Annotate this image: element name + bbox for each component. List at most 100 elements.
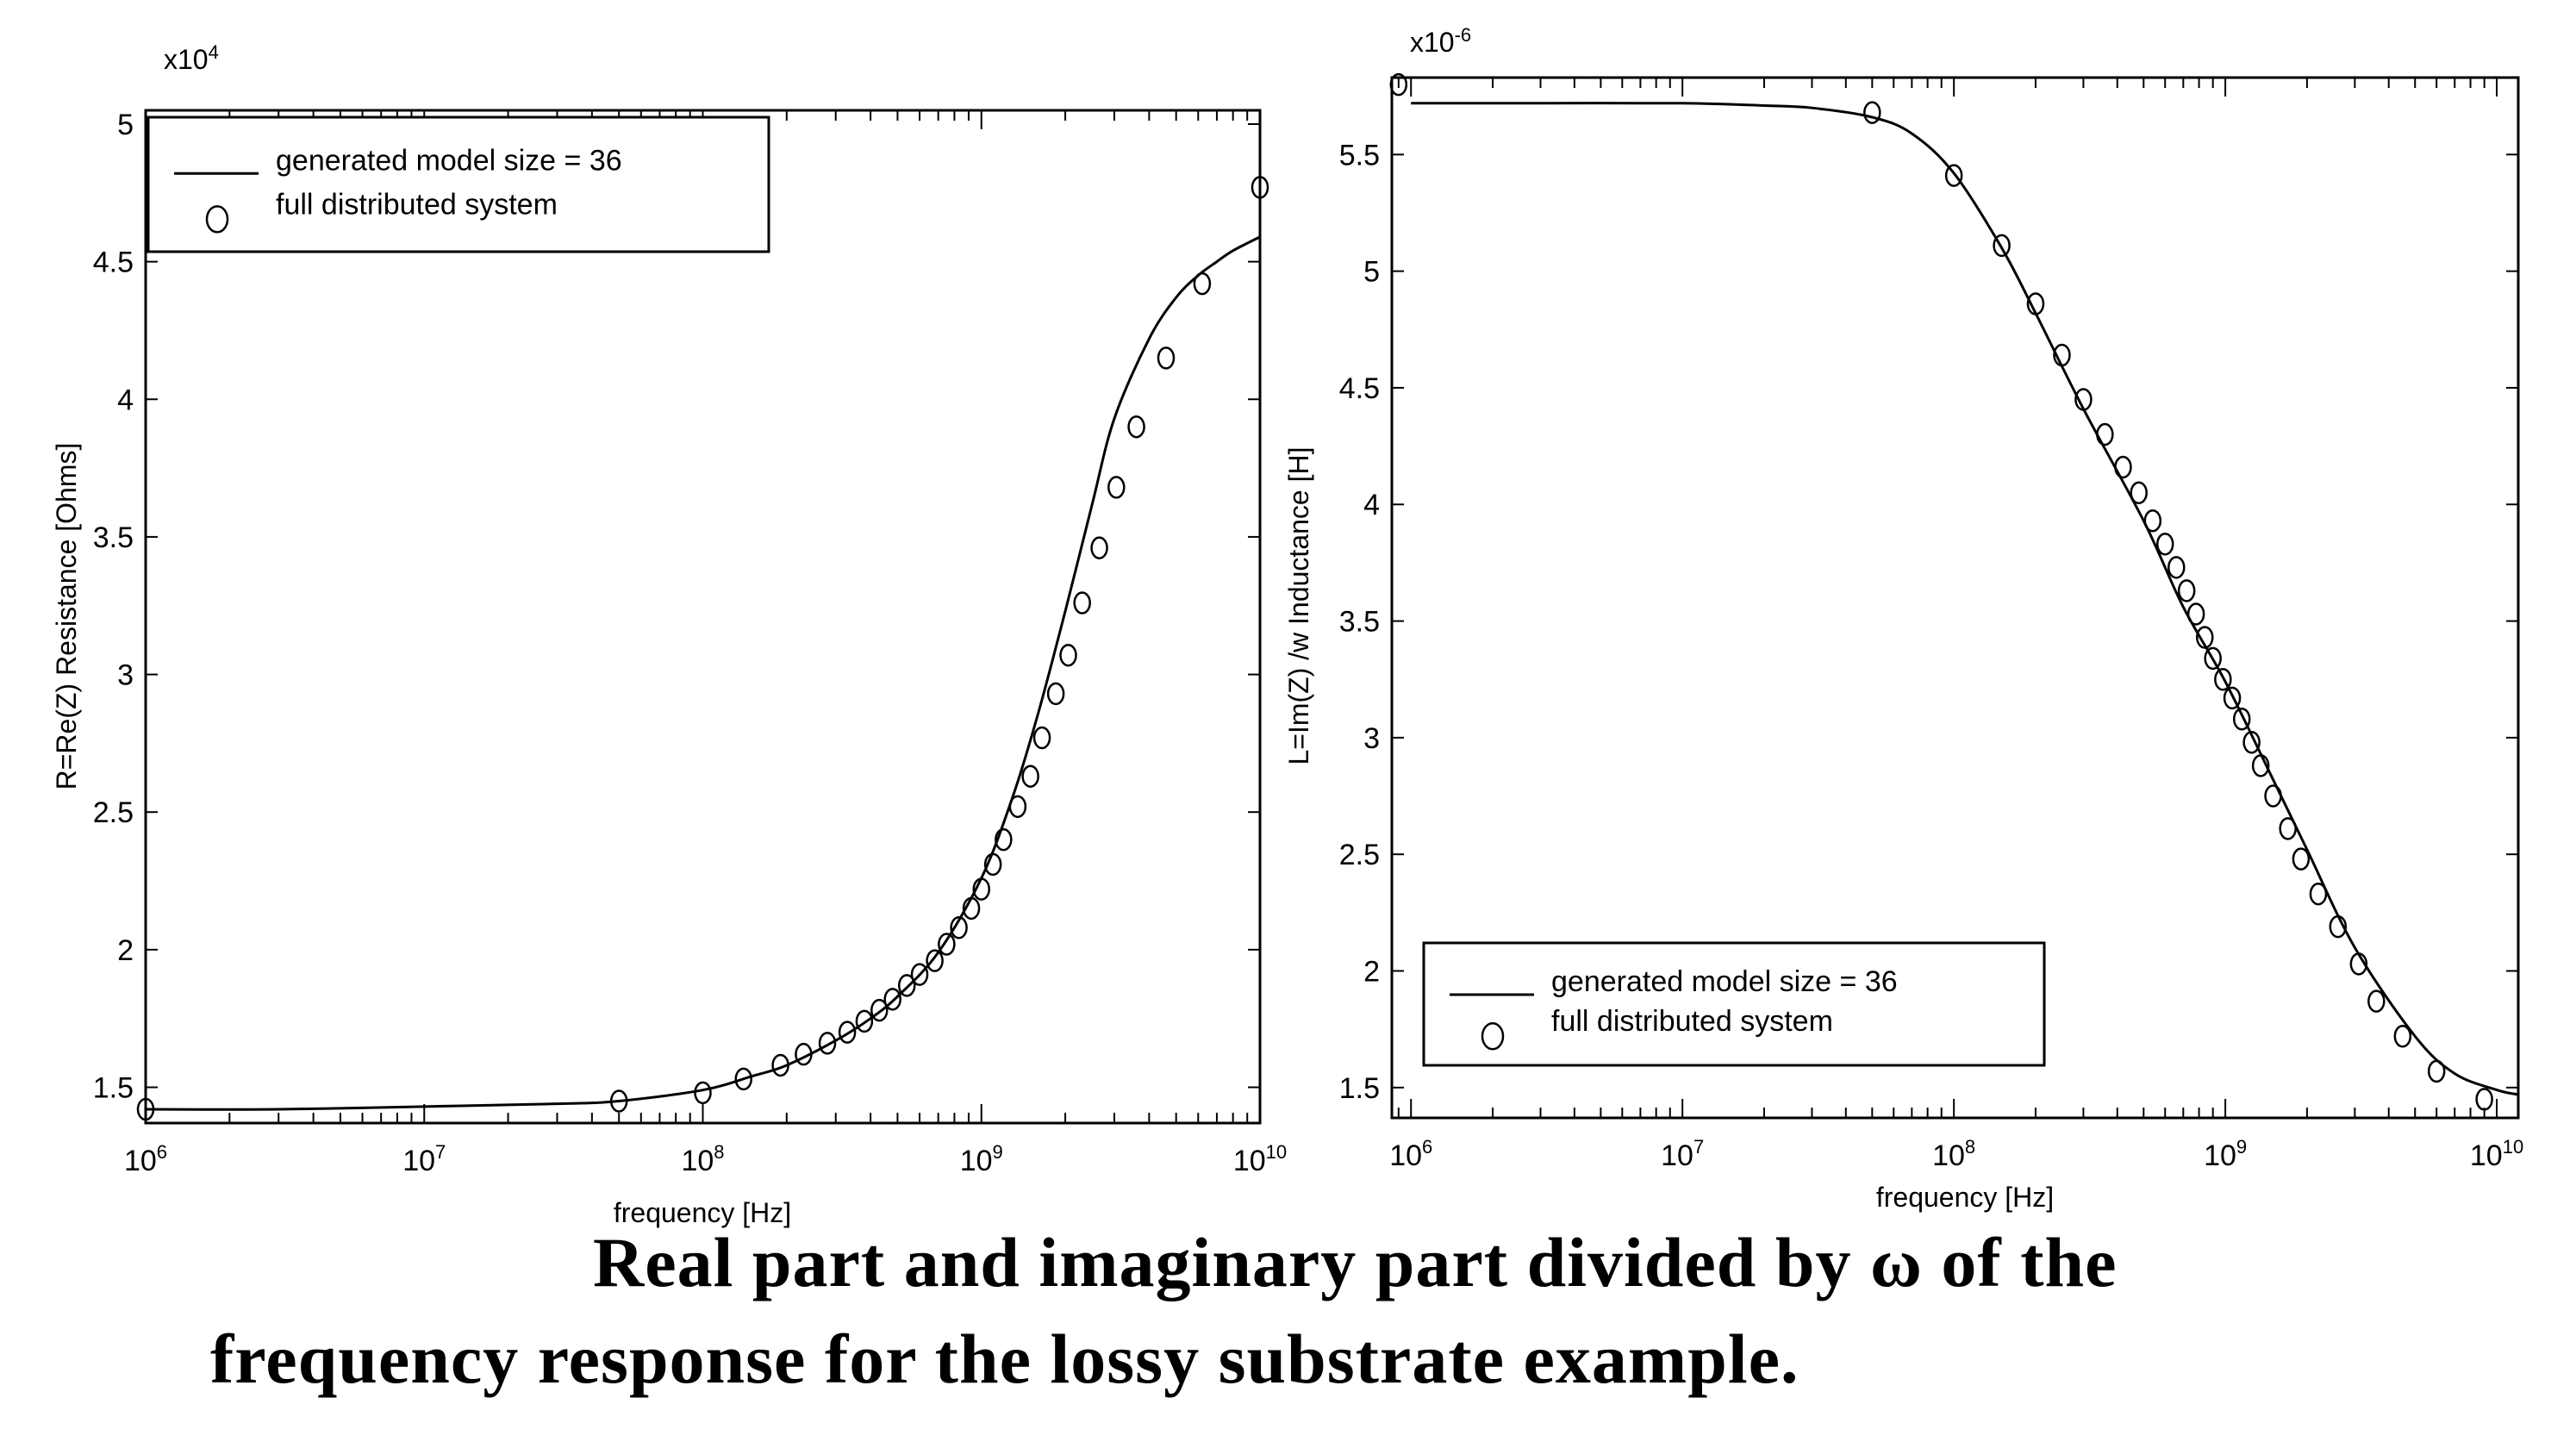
x-tick-base: 10 [1233,1145,1266,1177]
data-point [1107,476,1126,499]
data-point [838,1020,857,1044]
data-point [2143,509,2162,533]
caption-line-2: frequency response for the lossy substra… [210,1320,1799,1398]
y-tick-label: 4 [1363,489,1380,521]
data-point [2186,602,2205,626]
data-point [926,949,944,972]
y-tick-label: 2.5 [93,796,134,829]
y-multiplier-exponent: -6 [1455,24,1472,46]
data-point [1008,795,1027,819]
y-tick-label: 5.5 [1339,139,1380,172]
x-tick-label: 108 [1932,1136,1975,1172]
x-tick-label: 108 [681,1141,724,1177]
y-axis-label: L=Im(Z) /w Inductance [H] [1283,446,1314,765]
x-tick-exponent: 7 [1693,1136,1704,1158]
data-point [2130,481,2148,504]
caption-line-1: Real part and imaginary part divided by … [593,1223,2118,1301]
legend: generated model size = 36 full distribute… [147,115,770,253]
x-tick-exponent: 7 [435,1141,446,1163]
legend-label-model: generated model size = 36 [276,144,622,177]
data-point [1090,536,1108,559]
x-tick-base: 10 [402,1145,435,1177]
x-tick-label: 106 [1389,1136,1432,1172]
legend: generated model size = 36 full distribute… [1422,941,2046,1067]
data-point [1944,164,1963,187]
y-tick-label: 5 [1363,256,1380,289]
data-point [694,1081,712,1105]
data-point [2114,455,2132,479]
x-tick-exponent: 6 [157,1141,167,1163]
data-point [2309,882,2328,906]
data-point [1193,272,1212,296]
y-axis-label: R=Re(Z) Resistance [Ohms] [51,443,82,790]
x-tick-base: 10 [1661,1139,1693,1172]
y-multiplier-base: x10 [1410,27,1455,58]
data-point [2264,784,2282,808]
x-axis-label: frequency [Hz] [1876,1182,2054,1213]
data-point [2427,1059,2446,1083]
data-point [2393,1025,2412,1048]
data-point [2367,989,2386,1013]
plot-frame [144,109,1262,1125]
legend-label-model: generated model size = 36 [1551,965,1898,998]
data-point [2096,422,2114,446]
data-point [1127,415,1145,439]
legend-box [147,115,770,253]
x-tick-label: 1010 [2470,1136,2523,1172]
data-point [1046,682,1065,706]
x-tick-base: 10 [960,1145,993,1177]
x-tick-label: 107 [1661,1136,1704,1172]
x-tick-base: 10 [1932,1139,1965,1172]
y-tick-label: 3.5 [93,521,134,554]
data-point [855,1009,874,1033]
data-point [2167,556,2186,579]
x-tick-exponent: 9 [993,1141,1003,1163]
data-point [1073,591,1091,615]
legend-label-full-system: full distributed system [1551,1005,1833,1038]
data-point [1863,101,1881,124]
y-tick-label: 4 [117,384,134,416]
data-point [1032,726,1051,750]
y-tick-label: 3.5 [1339,606,1380,639]
x-tick-label: 106 [124,1141,167,1177]
x-tick-label: 109 [960,1141,1003,1177]
y-tick-label: 2 [1363,956,1380,989]
chart-1: 106 107 108 109 10101.522.533.544.55x104freq… [51,41,1287,1228]
data-point [2292,847,2311,871]
x-tick-base: 10 [124,1145,157,1177]
y-tick-label: 2 [117,934,134,967]
data-point [2279,817,2297,840]
y-tick-label: 3 [1363,722,1380,755]
x-tick-label: 107 [402,1141,446,1177]
y-tick-label: 1.5 [1339,1072,1380,1105]
x-tick-exponent: 10 [2503,1136,2523,1158]
x-tick-label: 1010 [1233,1141,1287,1177]
y-tick-label: 5 [117,109,134,141]
x-tick-label: 109 [2204,1136,2247,1172]
data-point [1059,643,1077,667]
data-point [1157,346,1176,370]
legend-label-full-system: full distributed system [276,188,558,221]
x-tick-exponent: 6 [1422,1136,1432,1158]
data-point [2177,579,2196,602]
x-tick-exponent: 8 [1965,1136,1975,1158]
y-tick-label: 4.5 [1339,372,1380,405]
legend-box [1422,941,2046,1067]
y-multiplier-exponent: 4 [209,41,219,63]
data-point [938,933,956,956]
y-multiplier-label: x10-6 [1410,24,1471,58]
y-multiplier-label: x104 [164,41,219,75]
x-tick-exponent: 10 [1266,1141,1287,1163]
x-tick-exponent: 9 [2236,1136,2247,1158]
data-point [883,988,901,1011]
chart-2: 106 107 108 109 10101.522.533.544.555.5x10-6… [1283,24,2523,1213]
data-point [2155,533,2174,556]
x-tick-base: 10 [2204,1139,2236,1172]
x-tick-base: 10 [681,1145,714,1177]
x-tick-base: 10 [2470,1139,2503,1172]
x-tick-exponent: 8 [714,1141,724,1163]
x-tick-base: 10 [1389,1139,1422,1172]
y-tick-label: 4.5 [93,247,134,279]
data-point [2475,1088,2493,1111]
y-tick-label: 3 [117,659,134,692]
